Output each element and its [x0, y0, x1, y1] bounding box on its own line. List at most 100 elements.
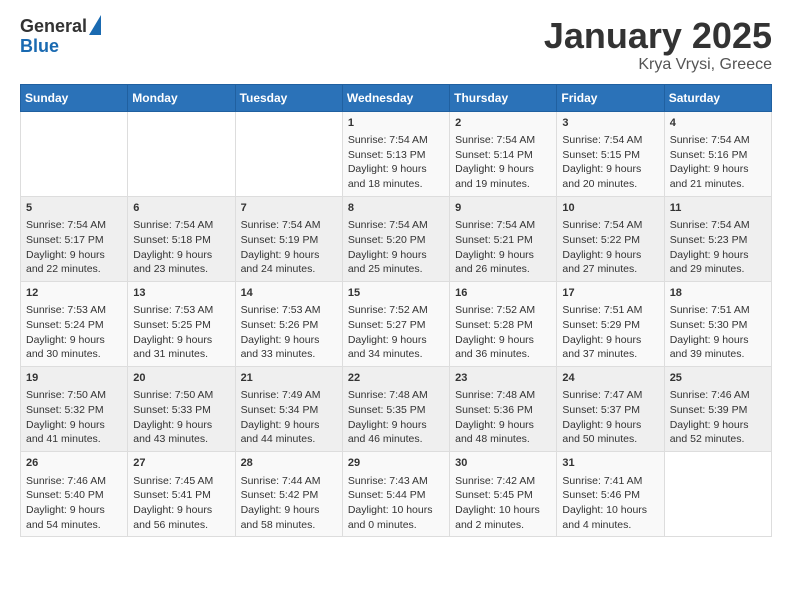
logo-blue-text: Blue	[20, 36, 59, 58]
day-number: 7	[241, 201, 337, 216]
day-content-line: Daylight: 9 hours	[562, 162, 658, 177]
day-content-line: Sunrise: 7:54 AM	[348, 133, 444, 148]
calendar-header-saturday: Saturday	[664, 84, 771, 111]
day-content-line: and 44 minutes.	[241, 432, 337, 447]
day-content-line: Sunrise: 7:54 AM	[133, 218, 229, 233]
calendar-day-cell: 30Sunrise: 7:42 AMSunset: 5:45 PMDayligh…	[450, 452, 557, 537]
day-content-line: Daylight: 9 hours	[348, 162, 444, 177]
calendar-week-row: 1Sunrise: 7:54 AMSunset: 5:13 PMDaylight…	[21, 111, 772, 196]
calendar-week-row: 5Sunrise: 7:54 AMSunset: 5:17 PMDaylight…	[21, 196, 772, 281]
logo-general-text: General	[20, 16, 87, 38]
day-content-line: and 0 minutes.	[348, 518, 444, 533]
day-content-line: Daylight: 9 hours	[562, 248, 658, 263]
day-content-line: and 43 minutes.	[133, 432, 229, 447]
day-content-line: Daylight: 9 hours	[670, 162, 766, 177]
day-content-line: Sunrise: 7:53 AM	[26, 303, 122, 318]
header: General Blue January 2025 Krya Vrysi, Gr…	[20, 16, 772, 74]
calendar-header-row: SundayMondayTuesdayWednesdayThursdayFrid…	[21, 84, 772, 111]
calendar-table: SundayMondayTuesdayWednesdayThursdayFrid…	[20, 84, 772, 538]
calendar-day-cell: 27Sunrise: 7:45 AMSunset: 5:41 PMDayligh…	[128, 452, 235, 537]
day-content-line: and 54 minutes.	[26, 518, 122, 533]
day-content-line: Sunrise: 7:54 AM	[455, 218, 551, 233]
calendar-day-cell: 2Sunrise: 7:54 AMSunset: 5:14 PMDaylight…	[450, 111, 557, 196]
day-content-line: Sunset: 5:13 PM	[348, 148, 444, 163]
day-content-line: Sunset: 5:41 PM	[133, 488, 229, 503]
day-content-line: and 36 minutes.	[455, 347, 551, 362]
day-content-line: Sunset: 5:18 PM	[133, 233, 229, 248]
day-content-line: Sunrise: 7:41 AM	[562, 474, 658, 489]
day-content-line: and 21 minutes.	[670, 177, 766, 192]
day-content-line: and 25 minutes.	[348, 262, 444, 277]
calendar-day-cell: 6Sunrise: 7:54 AMSunset: 5:18 PMDaylight…	[128, 196, 235, 281]
day-content-line: and 52 minutes.	[670, 432, 766, 447]
day-content-line: and 26 minutes.	[455, 262, 551, 277]
day-number: 31	[562, 456, 658, 471]
day-content-line: Daylight: 10 hours	[348, 503, 444, 518]
day-content-line: Sunrise: 7:52 AM	[455, 303, 551, 318]
calendar-header-thursday: Thursday	[450, 84, 557, 111]
calendar-day-cell: 23Sunrise: 7:48 AMSunset: 5:36 PMDayligh…	[450, 367, 557, 452]
day-content-line: Daylight: 9 hours	[133, 503, 229, 518]
calendar-title: January 2025	[544, 16, 772, 56]
day-content-line: Sunset: 5:39 PM	[670, 403, 766, 418]
calendar-day-cell: 11Sunrise: 7:54 AMSunset: 5:23 PMDayligh…	[664, 196, 771, 281]
day-content-line: Sunset: 5:30 PM	[670, 318, 766, 333]
day-content-line: Sunset: 5:17 PM	[26, 233, 122, 248]
day-content-line: Daylight: 9 hours	[348, 418, 444, 433]
day-content-line: Daylight: 9 hours	[241, 333, 337, 348]
calendar-day-cell: 8Sunrise: 7:54 AMSunset: 5:20 PMDaylight…	[342, 196, 449, 281]
day-content-line: and 37 minutes.	[562, 347, 658, 362]
day-number: 19	[26, 371, 122, 386]
day-content-line: Sunset: 5:33 PM	[133, 403, 229, 418]
calendar-day-cell: 21Sunrise: 7:49 AMSunset: 5:34 PMDayligh…	[235, 367, 342, 452]
day-content-line: Sunrise: 7:42 AM	[455, 474, 551, 489]
day-number: 3	[562, 116, 658, 131]
day-number: 25	[670, 371, 766, 386]
day-number: 9	[455, 201, 551, 216]
calendar-day-cell: 9Sunrise: 7:54 AMSunset: 5:21 PMDaylight…	[450, 196, 557, 281]
calendar-day-cell: 17Sunrise: 7:51 AMSunset: 5:29 PMDayligh…	[557, 281, 664, 366]
day-content-line: Sunset: 5:22 PM	[562, 233, 658, 248]
day-content-line: Daylight: 9 hours	[670, 418, 766, 433]
calendar-day-cell: 1Sunrise: 7:54 AMSunset: 5:13 PMDaylight…	[342, 111, 449, 196]
day-content-line: Sunset: 5:44 PM	[348, 488, 444, 503]
page: General Blue January 2025 Krya Vrysi, Gr…	[0, 0, 792, 553]
day-content-line: Sunrise: 7:49 AM	[241, 388, 337, 403]
day-content-line: Daylight: 9 hours	[348, 333, 444, 348]
calendar-day-cell: 14Sunrise: 7:53 AMSunset: 5:26 PMDayligh…	[235, 281, 342, 366]
day-number: 6	[133, 201, 229, 216]
day-content-line: Sunset: 5:42 PM	[241, 488, 337, 503]
calendar-day-cell: 13Sunrise: 7:53 AMSunset: 5:25 PMDayligh…	[128, 281, 235, 366]
day-content-line: Daylight: 9 hours	[26, 418, 122, 433]
calendar-day-cell: 20Sunrise: 7:50 AMSunset: 5:33 PMDayligh…	[128, 367, 235, 452]
calendar-day-cell	[235, 111, 342, 196]
day-number: 28	[241, 456, 337, 471]
day-content-line: and 41 minutes.	[26, 432, 122, 447]
day-content-line: Sunrise: 7:54 AM	[241, 218, 337, 233]
day-content-line: Sunset: 5:46 PM	[562, 488, 658, 503]
day-number: 21	[241, 371, 337, 386]
calendar-day-cell: 31Sunrise: 7:41 AMSunset: 5:46 PMDayligh…	[557, 452, 664, 537]
calendar-day-cell: 24Sunrise: 7:47 AMSunset: 5:37 PMDayligh…	[557, 367, 664, 452]
day-content-line: Sunset: 5:36 PM	[455, 403, 551, 418]
day-content-line: and 34 minutes.	[348, 347, 444, 362]
calendar-day-cell: 15Sunrise: 7:52 AMSunset: 5:27 PMDayligh…	[342, 281, 449, 366]
day-content-line: Sunrise: 7:52 AM	[348, 303, 444, 318]
day-content-line: and 22 minutes.	[26, 262, 122, 277]
day-content-line: Sunset: 5:34 PM	[241, 403, 337, 418]
day-content-line: Sunrise: 7:50 AM	[26, 388, 122, 403]
day-number: 2	[455, 116, 551, 131]
day-number: 8	[348, 201, 444, 216]
day-content-line: Daylight: 9 hours	[241, 503, 337, 518]
day-number: 24	[562, 371, 658, 386]
day-content-line: and 24 minutes.	[241, 262, 337, 277]
day-number: 14	[241, 286, 337, 301]
calendar-day-cell: 26Sunrise: 7:46 AMSunset: 5:40 PMDayligh…	[21, 452, 128, 537]
day-content-line: Daylight: 9 hours	[670, 248, 766, 263]
day-number: 22	[348, 371, 444, 386]
calendar-header-friday: Friday	[557, 84, 664, 111]
calendar-day-cell: 25Sunrise: 7:46 AMSunset: 5:39 PMDayligh…	[664, 367, 771, 452]
day-content-line: Daylight: 9 hours	[133, 418, 229, 433]
day-content-line: Sunset: 5:28 PM	[455, 318, 551, 333]
day-content-line: Sunset: 5:15 PM	[562, 148, 658, 163]
